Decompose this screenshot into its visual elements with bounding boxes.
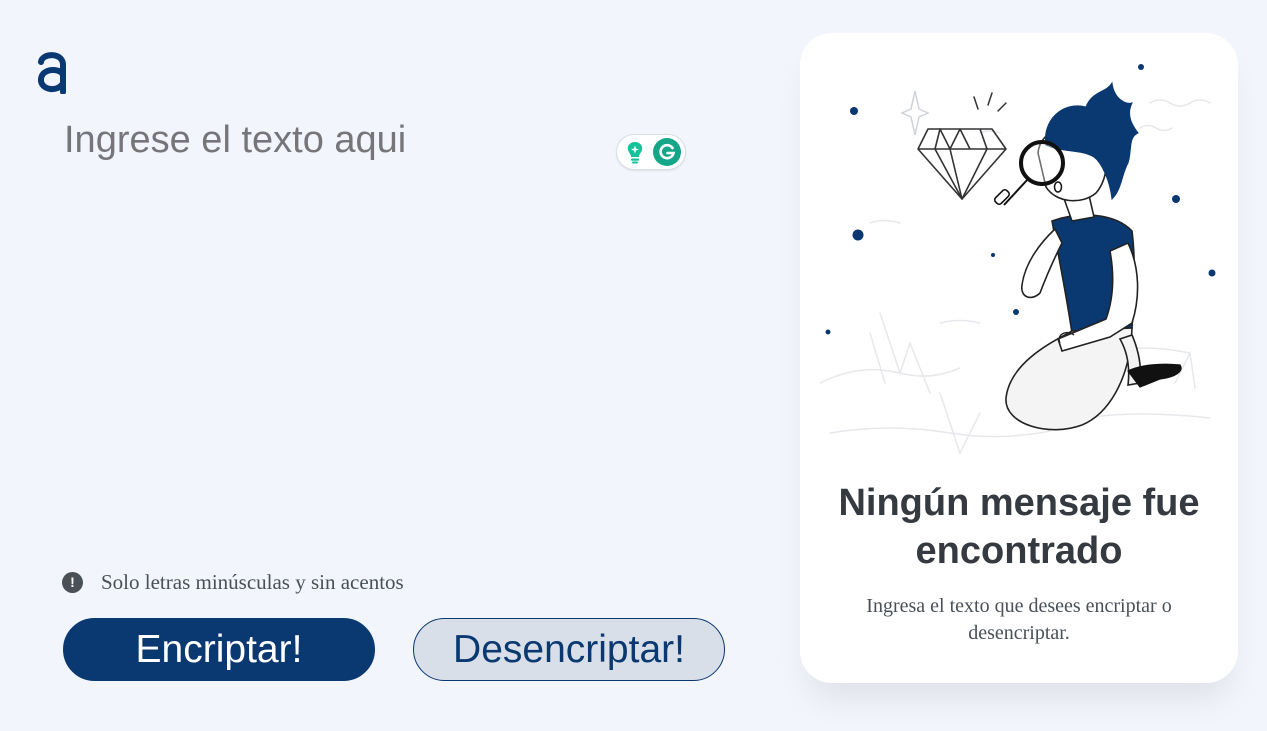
exclamation-circle-icon: !	[62, 571, 83, 593]
message-input[interactable]	[64, 110, 704, 530]
grammarly-widget[interactable]	[616, 134, 686, 170]
grammarly-logo-icon[interactable]	[653, 138, 681, 166]
alura-logo-icon[interactable]	[36, 50, 68, 94]
output-panel: Ningún mensaje fue encontrado Ingresa el…	[800, 33, 1238, 683]
person-searching-illustration	[819, 64, 1216, 455]
input-hint: ! Solo letras minúsculas y sin acentos	[62, 570, 404, 594]
grammarly-suggestion-icon[interactable]	[621, 138, 649, 166]
empty-state-title: Ningún mensaje fue encontrado	[838, 482, 1200, 572]
encrypt-button[interactable]: Encriptar!	[63, 618, 375, 681]
decrypt-button[interactable]: Desencriptar!	[413, 618, 725, 681]
empty-state-subtitle: Ingresa el texto que desees encriptar o …	[866, 595, 1172, 644]
hint-text: Solo letras minúsculas y sin acentos	[101, 569, 404, 594]
app-root: ! Solo letras minúsculas y sin acentos E…	[0, 0, 1267, 731]
